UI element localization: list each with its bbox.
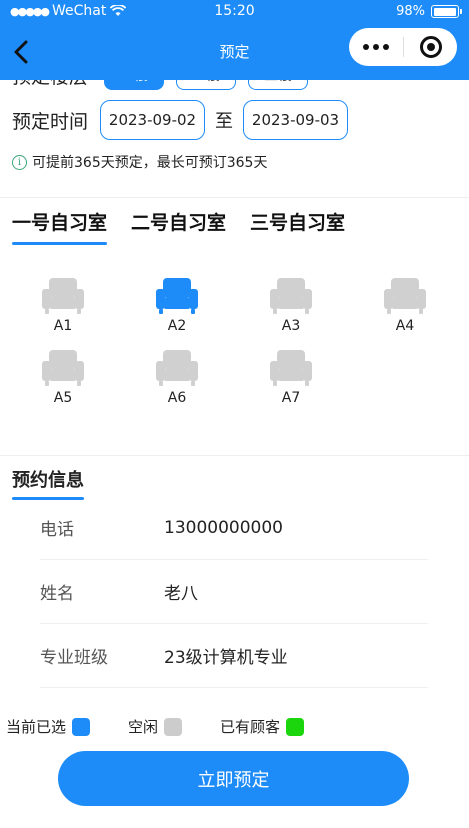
name-label: 姓名: [40, 584, 74, 604]
seat[interactable]: A6: [120, 348, 234, 406]
divider: [0, 455, 469, 456]
close-button[interactable]: [404, 28, 457, 66]
legend-label: 当前已选: [6, 718, 67, 736]
seat[interactable]: A4: [348, 276, 462, 334]
seat[interactable]: A3: [234, 276, 348, 334]
armchair-icon: [156, 278, 198, 314]
target-icon: [419, 36, 442, 58]
battery-status: 98%: [396, 4, 462, 19]
seat-label: A1: [53, 318, 73, 334]
legend-item: 已有顾客: [220, 716, 305, 737]
battery-icon: [431, 5, 462, 18]
divider: [0, 197, 469, 198]
seat-label: A3: [281, 318, 301, 334]
seat[interactable]: A1: [6, 276, 120, 334]
major-class-label: 专业班级: [40, 648, 108, 668]
date-separator: 至: [215, 111, 234, 132]
end-date-picker[interactable]: 2023-09-03: [243, 100, 349, 140]
more-dot-icon: [373, 44, 379, 50]
floor-option[interactable]: 一楼: [104, 80, 164, 90]
room-tab[interactable]: 一号自习室: [12, 208, 108, 245]
room-tab[interactable]: 三号自习室: [250, 208, 345, 245]
date-row: 预定时间 2023-09-02 至 2023-09-03: [12, 100, 349, 140]
seat-legend: 当前已选 空闲 已有顾客: [6, 716, 342, 737]
seat[interactable]: A7: [234, 348, 348, 406]
booking-tip: i 可提前365天预定，最长可预订365天: [12, 152, 267, 172]
name-input[interactable]: [164, 581, 414, 602]
armchair-icon: [270, 350, 312, 386]
floor-row: 预定楼层 一楼 二楼 三楼: [12, 80, 320, 90]
legend-swatch: [286, 717, 305, 736]
seat-label: A2: [167, 318, 187, 334]
start-date-picker[interactable]: 2023-09-02: [100, 100, 206, 140]
top-bar: ●●●●● WeChat 15:20 98% 预定: [0, 0, 469, 80]
floor-option[interactable]: 三楼: [248, 80, 308, 90]
floor-label: 预定楼层: [12, 80, 104, 89]
seat-label: A5: [53, 390, 73, 406]
seat-label: A6: [167, 390, 187, 406]
legend-label: 已有顾客: [220, 718, 281, 736]
more-dot-icon: [363, 44, 369, 50]
floor-options: 一楼 二楼 三楼: [104, 80, 320, 90]
phone-label: 电话: [40, 520, 74, 540]
form-row: 专业班级: [40, 624, 428, 688]
legend-item: 空闲: [128, 716, 183, 737]
armchair-icon: [42, 278, 84, 314]
seat-label: A4: [395, 318, 415, 334]
booking-info-title: 预约信息: [12, 466, 84, 500]
booking-form: 电话姓名专业班级: [40, 496, 428, 688]
more-dot-icon: [383, 44, 389, 50]
page-content: 预定楼层 一楼 二楼 三楼 预定时间 2023-09-02 至 2023-09-03…: [0, 80, 469, 828]
room-tabs: 一号自习室 二号自习室 三号自习室: [12, 208, 345, 245]
seat-grid: A1 A2 A3 A4 A5 A6 A7: [6, 276, 462, 406]
seat-label: A7: [281, 390, 301, 406]
seat[interactable]: A5: [6, 348, 120, 406]
form-row: 姓名: [40, 560, 428, 624]
more-button[interactable]: [349, 28, 403, 66]
legend-swatch: [164, 717, 183, 736]
date-label: 预定时间: [12, 110, 89, 133]
book-now-button[interactable]: 立即预定: [58, 751, 409, 806]
major-class-input[interactable]: [164, 645, 414, 666]
info-icon: i: [12, 154, 27, 170]
status-bar: ●●●●● WeChat 15:20 98%: [0, 0, 469, 24]
floor-option[interactable]: 二楼: [176, 80, 236, 90]
battery-percent: 98%: [396, 4, 425, 19]
armchair-icon: [384, 278, 426, 314]
armchair-icon: [270, 278, 312, 314]
room-tab[interactable]: 二号自习室: [131, 208, 226, 245]
tip-text: 可提前365天预定，最长可预订365天: [32, 155, 268, 171]
legend-label: 空闲: [128, 718, 159, 736]
form-row: 电话: [40, 496, 428, 560]
armchair-icon: [42, 350, 84, 386]
legend-item: 当前已选: [6, 716, 91, 737]
phone-input[interactable]: [164, 517, 414, 538]
seat[interactable]: A2: [120, 276, 234, 334]
battery-fill: [433, 7, 457, 16]
mini-program-capsule: [349, 28, 457, 66]
nav-bar: 预定: [0, 24, 469, 80]
legend-swatch: [72, 717, 91, 736]
armchair-icon: [156, 350, 198, 386]
